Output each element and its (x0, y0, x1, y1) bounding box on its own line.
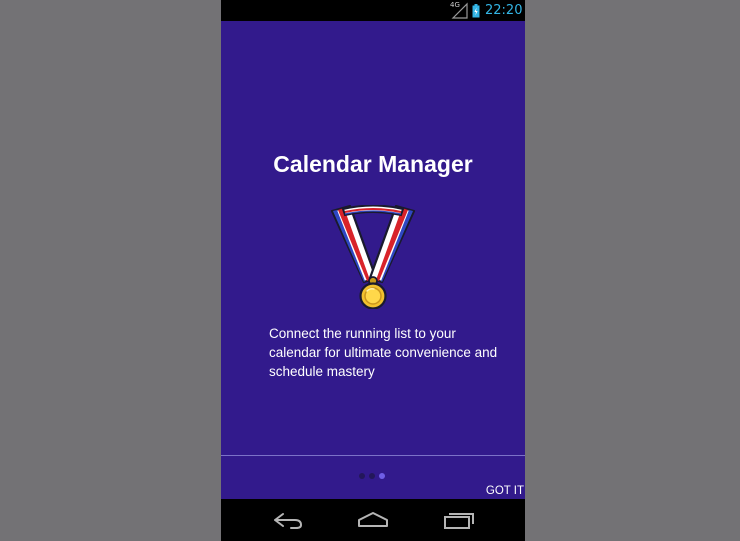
page-indicator (359, 473, 389, 480)
page-dot (369, 473, 375, 479)
status-bar: 4G 22:20 (221, 0, 525, 21)
back-icon[interactable] (271, 509, 305, 531)
phone-frame: 4G 22:20 Calendar Manager Connect the ru… (221, 0, 525, 541)
onboarding-title: Calendar Manager (273, 151, 473, 177)
signal-icon: 4G (450, 2, 468, 19)
status-clock: 22:20 (485, 3, 523, 18)
onboarding-screen[interactable]: Calendar Manager Connect the running lis… (221, 21, 525, 499)
home-icon[interactable] (356, 509, 390, 531)
battery-icon (472, 3, 480, 18)
gold-medal-icon (329, 204, 417, 310)
onboarding-description: Connect the running list to your calenda… (269, 326, 498, 379)
recents-icon[interactable] (442, 509, 476, 531)
got-it-button[interactable]: GOT IT (486, 484, 525, 498)
page-dot-active (379, 473, 385, 479)
footer-divider (221, 455, 525, 456)
page-dot (359, 473, 365, 479)
navigation-bar (221, 499, 525, 541)
